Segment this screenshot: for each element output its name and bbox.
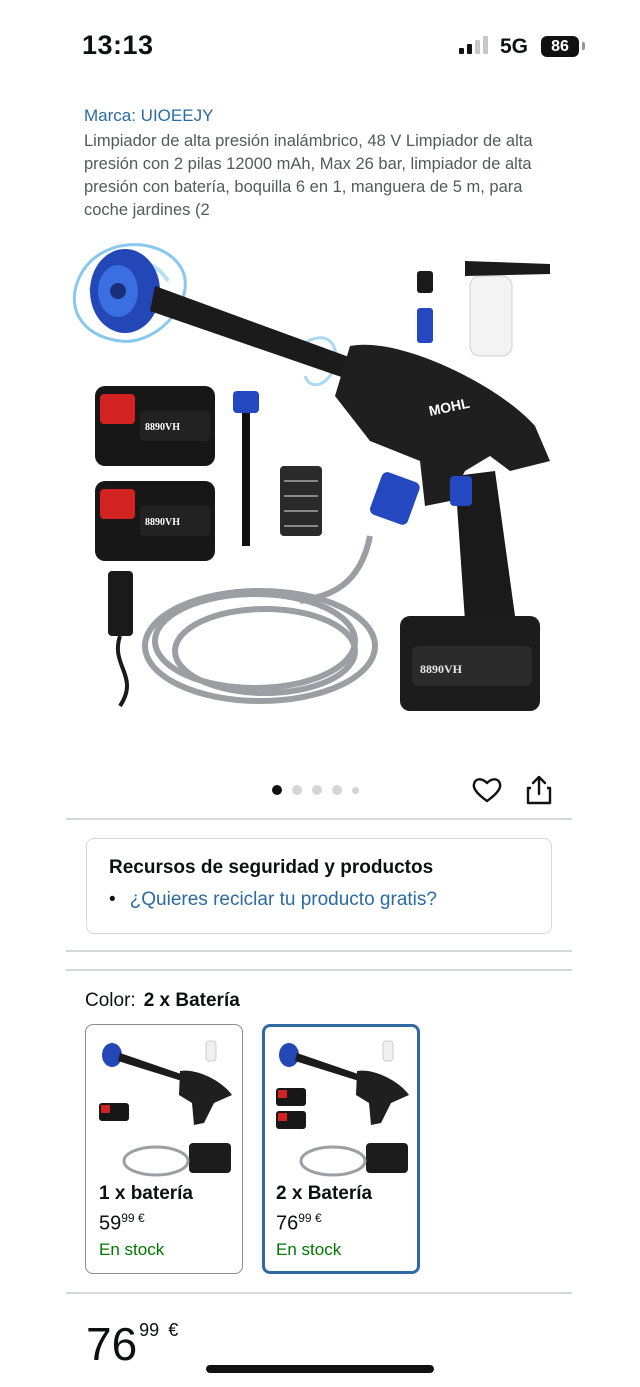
color-selected-value: 2 x Batería xyxy=(143,990,240,1011)
variant-price: 5999 € xyxy=(99,1211,145,1235)
variant-stock: En stock xyxy=(99,1240,165,1259)
svg-text:8890VH: 8890VH xyxy=(145,517,180,528)
carousel-dot[interactable] xyxy=(352,786,359,794)
variant-stock: En stock xyxy=(276,1240,342,1259)
signal-icon xyxy=(459,36,488,54)
variant-option-1[interactable]: 1 x batería 5999 € En stock xyxy=(85,1024,243,1274)
variant-thumbnail xyxy=(276,1040,409,1177)
color-label: Color: xyxy=(85,990,136,1011)
product-title: Limpiador de alta presión inalámbrico, 4… xyxy=(84,132,533,219)
carousel-dot[interactable] xyxy=(292,785,302,795)
home-indicator[interactable] xyxy=(206,1365,434,1373)
spare-battery-2: 8890VH xyxy=(95,481,215,561)
svg-text:8890VH: 8890VH xyxy=(145,422,180,433)
carousel-dots[interactable] xyxy=(272,785,359,795)
carousel-dot[interactable] xyxy=(272,785,282,795)
variant-price: 7699 € xyxy=(276,1211,322,1235)
bullet: • xyxy=(109,889,116,910)
status-time: 13:13 xyxy=(82,30,154,60)
carousel-dot[interactable] xyxy=(332,785,342,795)
network-type: 5G xyxy=(500,35,529,58)
nozzle-head xyxy=(90,249,160,333)
variant-name: 1 x batería xyxy=(99,1183,193,1204)
safety-title: Recursos de seguridad y productos xyxy=(109,857,434,878)
color-selector-label: Color: 2 x Batería xyxy=(85,990,240,1012)
recycle-link[interactable]: ¿Quieres reciclar tu producto gratis? xyxy=(130,889,437,911)
brand-link[interactable]: Marca: UIOEEJY xyxy=(84,106,213,126)
gun-battery-label: 8890VH xyxy=(420,662,463,676)
share-icon[interactable] xyxy=(526,775,552,805)
battery-tip xyxy=(582,42,585,50)
divider xyxy=(66,1292,572,1294)
divider xyxy=(66,969,572,971)
recycle-link-row[interactable]: • ¿Quieres reciclar tu producto gratis? xyxy=(109,889,437,911)
variant-option-2[interactable]: 2 x Batería 7699 € En stock xyxy=(262,1024,420,1274)
divider xyxy=(66,818,572,820)
battery-icon: 86 xyxy=(541,36,579,57)
product-image[interactable]: MOHL 8890VH 8890VH 8890VH xyxy=(70,236,570,726)
variant-thumbnail xyxy=(99,1040,232,1177)
variant-name: 2 x Batería xyxy=(276,1183,373,1204)
spare-battery-1: 8890VH xyxy=(95,386,215,466)
divider xyxy=(66,950,572,952)
heart-icon[interactable] xyxy=(472,776,502,804)
carousel-dot[interactable] xyxy=(312,785,322,795)
product-price: 76 99 € xyxy=(86,1318,179,1370)
safety-resources-box: Recursos de seguridad y productos • ¿Qui… xyxy=(86,838,552,934)
